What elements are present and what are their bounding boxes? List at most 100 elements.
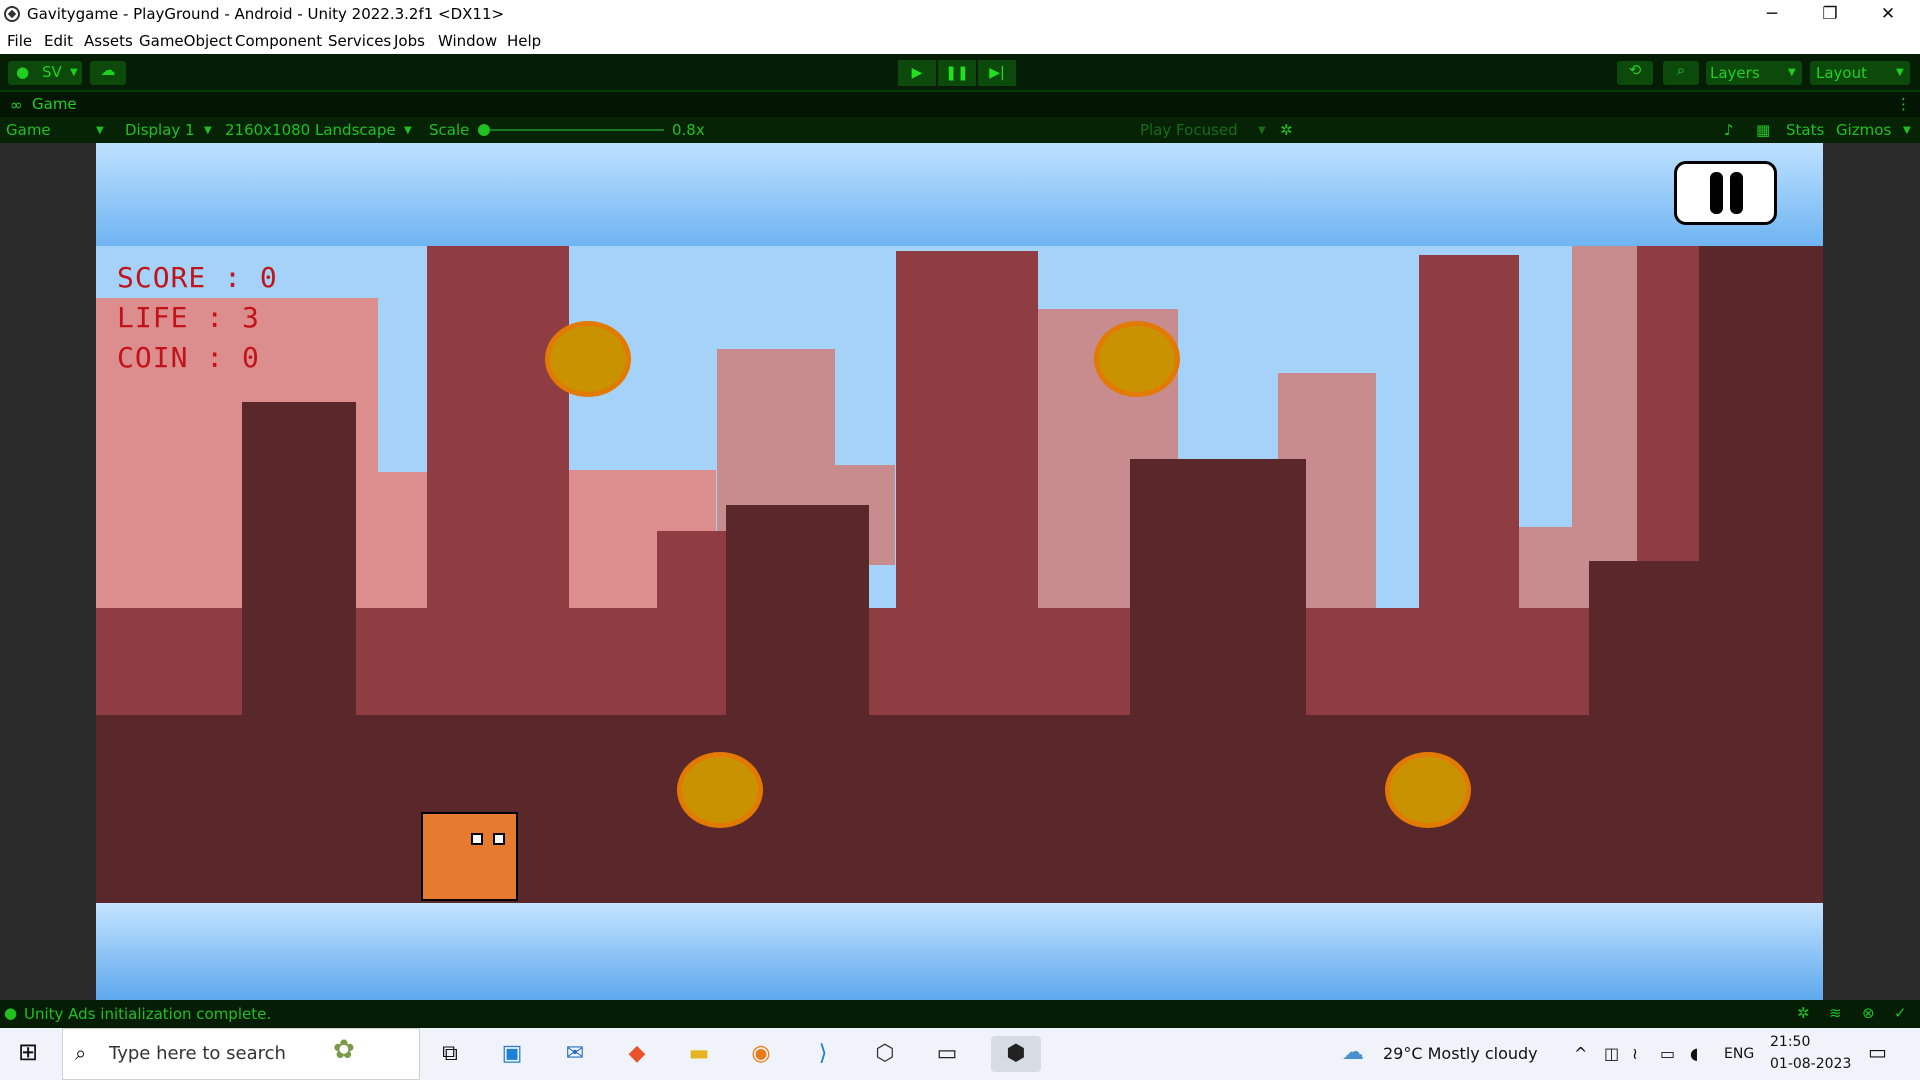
chevron-down-icon: ▼ <box>1896 67 1904 78</box>
info-icon: ● <box>4 1004 18 1022</box>
mail-icon[interactable]: ✉ <box>557 1036 593 1072</box>
menu-component[interactable]: Component <box>235 32 322 50</box>
weather-text[interactable]: 29°C Mostly cloudy <box>1383 1044 1538 1063</box>
step-button[interactable]: ▶| <box>978 60 1016 86</box>
display-dropdown[interactable]: Display 1 <box>125 121 195 139</box>
battery-icon[interactable]: ▭ <box>1660 1044 1675 1063</box>
layers-dropdown[interactable]: Layers ▼ <box>1706 61 1802 85</box>
notification-icon[interactable]: ▭ <box>1868 1040 1887 1064</box>
resolution-dropdown[interactable]: 2160x1080 Landscape <box>225 121 396 139</box>
unity-hub-icon[interactable]: ⬡ <box>867 1036 903 1072</box>
windows-start-icon[interactable]: ⊞ <box>18 1038 38 1066</box>
volume-icon[interactable]: ◖ <box>1690 1044 1698 1063</box>
player-cube <box>421 812 518 901</box>
play-button[interactable]: ▶ <box>898 60 936 86</box>
tab-game[interactable]: Game <box>32 95 77 113</box>
pause-button[interactable]: ❚❚ <box>938 60 976 86</box>
status-bar: ● Unity Ads initialization complete. ✲ ≋… <box>0 1000 1920 1028</box>
building-dark <box>356 716 726 903</box>
menu-gameobject[interactable]: GameObject <box>139 32 233 50</box>
wifi-icon[interactable]: ≀ <box>1632 1044 1638 1063</box>
menu-window[interactable]: Window <box>438 32 497 50</box>
restore-button[interactable]: ❐ <box>1801 0 1859 29</box>
main-toolbar: ● SV ▼ ☁ ▶ ❚❚ ▶| ⟲ ⌕ Layers ▼ Layout ▼ <box>0 54 1920 92</box>
bug-icon[interactable]: ✲ <box>1280 121 1293 139</box>
chevron-down-icon: ▼ <box>1788 67 1796 78</box>
building-dark <box>1589 561 1823 901</box>
menu-help[interactable]: Help <box>507 32 541 50</box>
menu-assets[interactable]: Assets <box>84 32 133 50</box>
coin <box>1094 321 1180 397</box>
store-icon[interactable]: ▣ <box>494 1036 530 1072</box>
chevron-up-icon[interactable]: ^ <box>1574 1044 1587 1063</box>
history-button[interactable]: ⟲ <box>1617 61 1653 85</box>
menu-services[interactable]: Services <box>328 32 391 50</box>
building-dark <box>242 402 356 752</box>
taskbar-search-box[interactable]: ⌕ Type here to search ✿ <box>62 1028 420 1080</box>
vscode-icon[interactable]: ⟩ <box>805 1036 841 1072</box>
terminal-icon[interactable]: ▭ <box>929 1036 965 1072</box>
clock-date[interactable]: 01-08-2023 <box>1770 1056 1851 1072</box>
building-mid <box>1419 255 1519 655</box>
gizmos-button[interactable]: Gizmos <box>1836 121 1891 139</box>
chevron-down-icon: ▼ <box>404 125 412 136</box>
building-mid <box>1637 246 1699 561</box>
checkmark-icon[interactable]: ✓ <box>1894 1004 1907 1022</box>
chevron-down-icon: ▼ <box>1903 125 1911 136</box>
game-viewport[interactable]: SCORE : 0 LIFE : 3 COIN : 0 <box>96 143 1823 1000</box>
menu-edit[interactable]: Edit <box>44 32 73 50</box>
file-explorer-icon[interactable]: ▬ <box>681 1036 717 1072</box>
blender-icon[interactable]: ◉ <box>743 1036 779 1072</box>
scale-slider-handle[interactable] <box>478 124 490 136</box>
scale-slider-track[interactable] <box>484 129 664 131</box>
search-placeholder: Type here to search <box>109 1043 286 1064</box>
coin-count-text: COIN : 0 <box>117 341 260 374</box>
menu-jobs[interactable]: Jobs <box>394 32 425 50</box>
layout-dropdown[interactable]: Layout ▼ <box>1810 61 1910 85</box>
search-button[interactable]: ⌕ <box>1663 61 1699 85</box>
status-message[interactable]: Unity Ads initialization complete. <box>24 1005 271 1023</box>
life-text: LIFE : 3 <box>117 301 260 334</box>
player-eye <box>493 833 505 845</box>
network-icon[interactable]: ⊗ <box>1862 1004 1875 1022</box>
cloud-button[interactable]: ☁ <box>90 61 126 85</box>
menu-file[interactable]: File <box>7 32 32 50</box>
language-indicator[interactable]: ENG <box>1724 1046 1754 1062</box>
cloud-icon: ☁ <box>100 61 116 79</box>
windows-taskbar: ⊞ ⌕ Type here to search ✿ ⧉ ▣ ✉ ◆ ▬ ◉ ⟩ … <box>0 1028 1920 1080</box>
unity-editor-icon[interactable]: ⬢ <box>991 1036 1041 1072</box>
history-icon: ⟲ <box>1628 61 1642 79</box>
window-title: Gavitygame - PlayGround - Android - Unit… <box>27 5 505 23</box>
close-button[interactable]: ✕ <box>1859 0 1917 29</box>
search-highlight-icon: ✿ <box>333 1035 355 1065</box>
meet-icon[interactable]: ◫ <box>1604 1044 1619 1063</box>
chevron-down-icon: ▼ <box>70 67 78 78</box>
task-view-icon[interactable]: ⧉ <box>432 1036 468 1072</box>
bug-icon[interactable]: ✲ <box>1797 1004 1810 1022</box>
stats-button[interactable]: Stats <box>1786 121 1824 139</box>
play-focused-dropdown[interactable]: Play Focused <box>1140 121 1238 139</box>
score-text: SCORE : 0 <box>117 261 278 294</box>
clock-time[interactable]: 21:50 <box>1770 1034 1810 1050</box>
layers-label: Layers <box>1710 64 1760 82</box>
layers-stack-icon[interactable]: ≋ <box>1829 1004 1842 1022</box>
coin <box>545 321 631 397</box>
account-label: SV <box>42 63 62 81</box>
more-options-icon[interactable]: ⋮ <box>1896 95 1911 113</box>
coin <box>1385 752 1471 828</box>
account-icon: ● <box>16 63 30 81</box>
building-mid <box>427 246 569 696</box>
unity-logo-icon <box>4 6 20 22</box>
view-dropdown[interactable]: Game <box>6 121 51 139</box>
grid-icon[interactable]: ▦ <box>1756 121 1770 139</box>
chevron-down-icon: ▼ <box>96 125 104 136</box>
brave-browser-icon[interactable]: ◆ <box>619 1036 655 1072</box>
audio-icon[interactable]: ♪ <box>1724 121 1734 139</box>
pause-game-button[interactable] <box>1674 161 1777 225</box>
building-dark <box>1130 459 1306 799</box>
minimize-button[interactable]: ─ <box>1743 0 1801 29</box>
account-dropdown[interactable]: ● SV ▼ <box>8 61 82 85</box>
gamepad-icon: ∞ <box>10 96 23 114</box>
scale-label: Scale <box>429 121 470 139</box>
menu-bar: File Edit Assets GameObject Component Se… <box>0 29 1920 54</box>
